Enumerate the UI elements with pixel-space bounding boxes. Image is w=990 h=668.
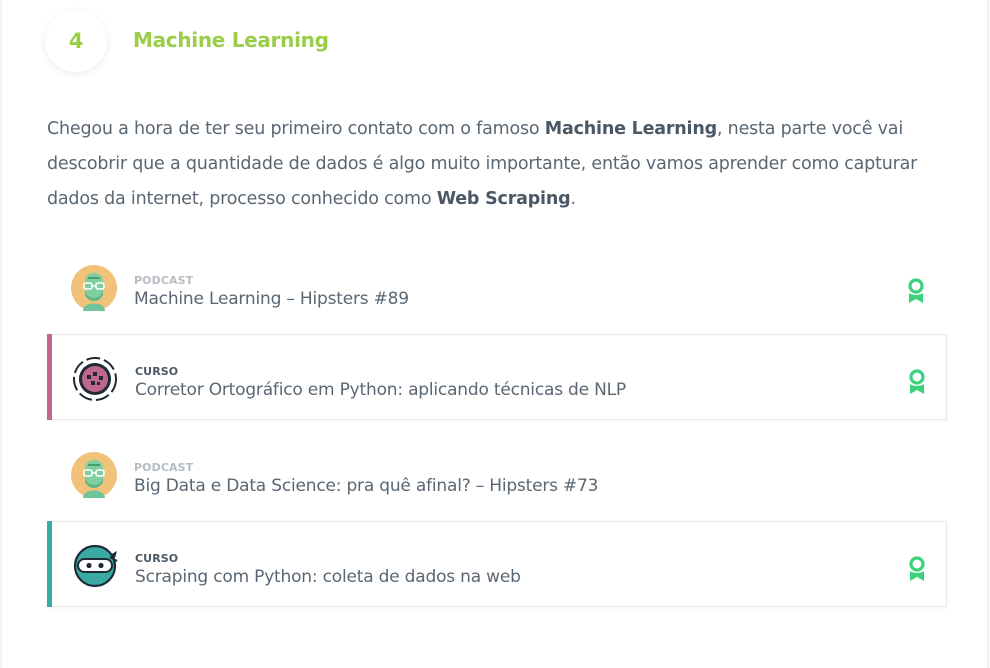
nlp-course-icon [73, 357, 117, 401]
list-item-podcast-machine-learning[interactable]: PODCAST Machine Learning – Hipsters #89 [47, 244, 947, 330]
item-title[interactable]: Scraping com Python: coleta de dados na … [135, 567, 521, 587]
item-kind-label: PODCAST [134, 274, 194, 287]
list-item-podcast-big-data[interactable]: PODCAST Big Data e Data Science: pra quê… [47, 431, 947, 517]
step-title: Machine Learning [133, 28, 329, 52]
list-item-course-scraping[interactable]: CURSO Scraping com Python: coleta de dad… [47, 521, 947, 607]
item-kind-label: CURSO [135, 552, 179, 565]
item-title[interactable]: Big Data e Data Science: pra quê afinal?… [134, 476, 598, 496]
item-title[interactable]: Corretor Ortográfico em Python: aplicand… [135, 380, 626, 400]
item-kind-label: PODCAST [134, 461, 194, 474]
course-accent-bar [47, 521, 52, 607]
award-ribbon-icon [908, 278, 924, 303]
learning-path-card: 4 Machine Learning Chegou a hora de ter … [1, 0, 988, 668]
ninja-scraping-course-icon [73, 544, 118, 588]
list-item-course-nlp[interactable]: CURSO Corretor Ortográfico em Python: ap… [47, 334, 947, 420]
item-kind-label: CURSO [135, 365, 179, 378]
course-accent-bar [47, 334, 52, 420]
step-description: Chegou a hora de ter seu primeiro contat… [47, 119, 918, 209]
award-ribbon-icon [909, 556, 925, 581]
step-number-badge: 4 [45, 10, 107, 72]
item-title[interactable]: Machine Learning – Hipsters #89 [134, 289, 409, 309]
hipsters-podcast-avatar-icon [71, 265, 117, 311]
award-ribbon-icon [909, 369, 925, 394]
hipsters-podcast-avatar-icon [71, 452, 117, 498]
